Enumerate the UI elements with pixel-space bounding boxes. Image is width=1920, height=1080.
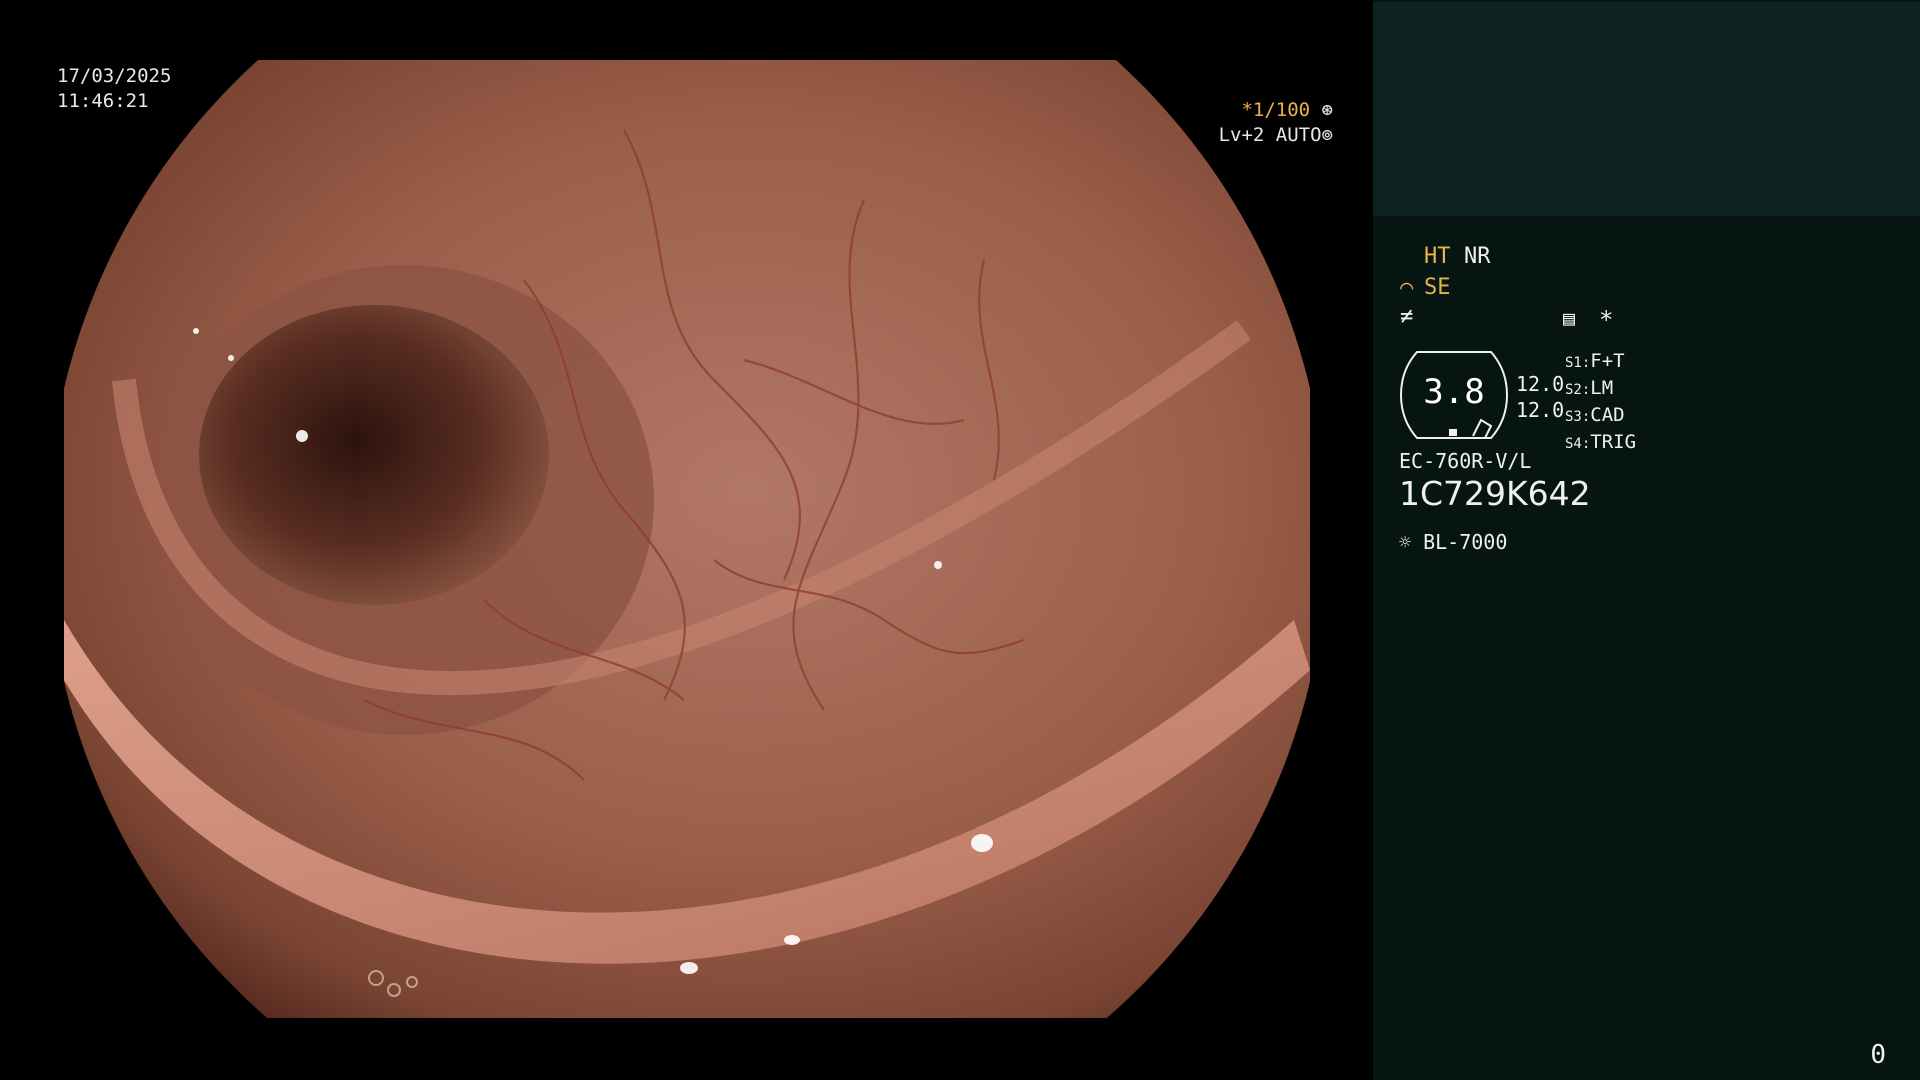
se-indicator: SE	[1424, 275, 1451, 300]
info-panel: HT NR ⌒ SE ≠ ▤ * 3.8 12.0 12.0 S1:F+T S2…	[1373, 0, 1920, 1080]
switch-row: S2:LM	[1565, 377, 1614, 399]
shutter-speed: *1/100	[1241, 99, 1311, 121]
value-1: 12.0	[1516, 372, 1565, 396]
auto-icon: ⊚	[1321, 124, 1333, 146]
switch-row: S3:CAD	[1565, 404, 1625, 426]
endoscopic-image	[64, 60, 1310, 1018]
ht-indicator: HT	[1424, 244, 1451, 269]
structure-enhance-icon: ⌒	[1400, 275, 1414, 300]
time: 11:46:21	[57, 90, 149, 112]
switch-settings-list: S1:F+T S2:LM S3:CAD S4:TRIG	[1565, 349, 1636, 457]
zoom-badge: 3.8	[1399, 350, 1509, 440]
scope-serial: 1C729K642	[1399, 474, 1591, 513]
nr-indicator: NR	[1464, 244, 1491, 269]
shutter-icon: ⊛	[1310, 99, 1333, 121]
light-source: ☼ BL-7000	[1399, 530, 1507, 554]
zoom-value: 3.8	[1423, 372, 1485, 412]
switch-row: S4:TRIG	[1565, 431, 1637, 453]
brightness-level: Lv+2 AUTO	[1218, 124, 1322, 146]
switch-row: S1:F+T	[1565, 350, 1625, 372]
endoscope-view: 17/03/2025 11:46:21 *1/100 ⊛ Lv+2 AUTO⊚	[0, 0, 1373, 1080]
light-source-icon: ☼	[1399, 530, 1424, 554]
exposure-readout: *1/100 ⊛ Lv+2 AUTO⊚	[1219, 98, 1333, 148]
frame-counter: 0	[1870, 1040, 1886, 1070]
date-time-readout: 17/03/2025 11:46:21	[57, 64, 171, 114]
colon-mucosa-image	[64, 60, 1310, 1018]
value-2: 12.0	[1516, 398, 1565, 422]
light-source-label: BL-7000	[1423, 530, 1508, 554]
color-mode-icon: ≠	[1400, 304, 1414, 329]
memory-icon: ▤	[1563, 306, 1576, 330]
panel-header-area	[1373, 2, 1920, 216]
date: 17/03/2025	[57, 65, 172, 87]
scope-model: EC-760R-V/L	[1399, 449, 1532, 473]
asterisk-icon: *	[1599, 306, 1614, 334]
